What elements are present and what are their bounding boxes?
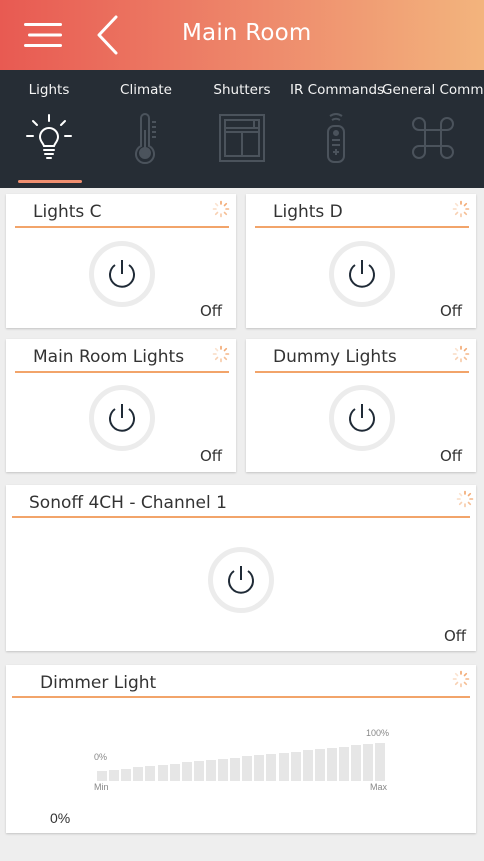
power-icon bbox=[228, 566, 254, 594]
power-icon bbox=[109, 404, 135, 432]
app-header: Main Room bbox=[0, 0, 484, 70]
device-state: Off bbox=[200, 302, 223, 320]
back-button[interactable] bbox=[92, 14, 122, 56]
power-toggle-button[interactable] bbox=[329, 385, 395, 451]
card-title: Dummy Lights bbox=[273, 347, 397, 367]
remote-control-icon bbox=[327, 113, 345, 163]
dimmer-level-bar bbox=[169, 763, 180, 781]
device-card-dummy-lights: Dummy Lights Off bbox=[246, 339, 476, 472]
device-state: Off bbox=[440, 302, 463, 320]
device-card-lights-d: Lights D Off bbox=[246, 194, 476, 328]
loading-spinner-icon bbox=[452, 200, 470, 218]
card-title: Sonoff 4CH - Channel 1 bbox=[29, 493, 227, 513]
dimmer-level-bar bbox=[290, 751, 301, 781]
dimmer-level-bar bbox=[218, 758, 228, 781]
dimmer-level-bar bbox=[278, 752, 289, 781]
dimmer-level-bar bbox=[205, 760, 216, 781]
card-title: Dimmer Light bbox=[40, 673, 157, 693]
dimmer-level-bar bbox=[375, 743, 386, 781]
tab-general-commands[interactable]: General Commands bbox=[382, 70, 484, 188]
card-title: Lights C bbox=[33, 202, 102, 222]
power-toggle-button[interactable] bbox=[89, 241, 155, 307]
dimmer-level-bar bbox=[254, 755, 265, 781]
device-state: Off bbox=[200, 447, 223, 465]
power-toggle-button[interactable] bbox=[208, 547, 274, 613]
active-tab-indicator bbox=[18, 180, 82, 183]
tab-label: Climate bbox=[120, 82, 172, 98]
dimmer-hundred-label: 100% bbox=[366, 728, 390, 738]
device-card-main-room-lights: Main Room Lights Off bbox=[6, 339, 236, 472]
dimmer-level-bar bbox=[230, 757, 241, 781]
tab-shutters[interactable]: Shutters bbox=[194, 70, 290, 188]
power-icon bbox=[349, 404, 375, 432]
tab-label: Shutters bbox=[213, 82, 271, 98]
loading-spinner-icon bbox=[456, 490, 474, 508]
loading-spinner-icon bbox=[212, 200, 230, 218]
tab-climate[interactable]: Climate bbox=[98, 70, 194, 188]
tab-label: IR Commands bbox=[290, 82, 385, 98]
tab-label: Lights bbox=[28, 82, 70, 98]
dimmer-level-bar bbox=[339, 746, 349, 781]
dimmer-level-bar bbox=[97, 771, 107, 781]
dimmer-level-bar bbox=[326, 747, 337, 781]
card-title: Lights D bbox=[273, 202, 343, 222]
loading-spinner-icon bbox=[452, 670, 470, 688]
lightbulb-icon bbox=[26, 114, 72, 159]
thermometer-icon bbox=[135, 113, 156, 165]
hamburger-menu-icon bbox=[24, 23, 62, 47]
dimmer-level-bar bbox=[242, 756, 253, 781]
dimmer-level-bar bbox=[133, 767, 144, 781]
power-icon bbox=[109, 260, 135, 288]
dimmer-min-label: Min bbox=[94, 782, 109, 792]
category-tab-bar: Lights Climate Shutters IR Commands Gene… bbox=[0, 70, 484, 188]
card-divider bbox=[12, 516, 470, 518]
loading-spinner-icon bbox=[452, 345, 470, 363]
dimmer-level-bar bbox=[181, 762, 192, 781]
dimmer-level-bar bbox=[121, 768, 132, 781]
dimmer-level-bar bbox=[266, 753, 277, 781]
tab-lights[interactable]: Lights bbox=[0, 70, 98, 188]
device-state: Off bbox=[440, 447, 463, 465]
dimmer-level-bar bbox=[314, 749, 325, 781]
card-divider bbox=[15, 371, 229, 373]
device-state: Off bbox=[444, 627, 467, 645]
dimmer-value: 0% bbox=[50, 810, 71, 826]
power-toggle-button[interactable] bbox=[329, 241, 395, 307]
dimmer-level-bar bbox=[363, 744, 374, 781]
menu-button[interactable] bbox=[24, 22, 62, 48]
power-icon bbox=[349, 260, 375, 288]
dimmer-level-bar bbox=[193, 761, 204, 781]
card-divider bbox=[12, 696, 470, 698]
power-toggle-button[interactable] bbox=[89, 385, 155, 451]
command-key-icon bbox=[412, 117, 454, 159]
tab-ir-commands[interactable]: IR Commands bbox=[290, 70, 385, 188]
device-card-lights-c: Lights C Off bbox=[6, 194, 236, 328]
dimmer-max-label: Max bbox=[370, 782, 388, 792]
chevron-left-icon bbox=[97, 15, 118, 55]
loading-spinner-icon bbox=[212, 345, 230, 363]
dimmer-level-bar bbox=[302, 750, 313, 781]
dimmer-level-bar bbox=[109, 769, 120, 781]
card-title: Main Room Lights bbox=[33, 347, 185, 367]
tab-label: General Commands bbox=[382, 82, 484, 98]
window-shutter-icon bbox=[219, 114, 265, 162]
page-title: Main Room bbox=[182, 20, 312, 46]
card-divider bbox=[255, 371, 469, 373]
dimmer-level-bar bbox=[145, 766, 156, 781]
dimmer-level-bar bbox=[351, 745, 362, 781]
card-divider bbox=[255, 226, 469, 228]
dimmer-level-bar bbox=[157, 764, 168, 781]
card-divider bbox=[15, 226, 229, 228]
dimmer-slider[interactable] bbox=[97, 741, 389, 781]
device-card-sonoff-4ch-channel-1: Sonoff 4CH - Channel 1 Off bbox=[6, 485, 476, 651]
